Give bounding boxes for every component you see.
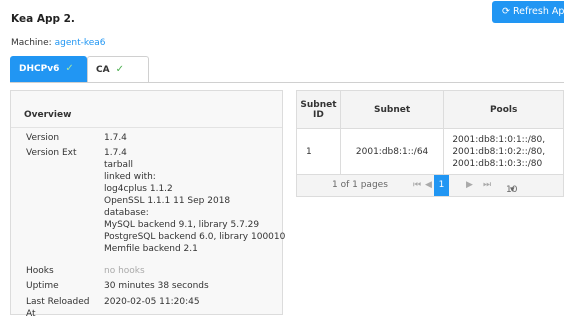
machine-link[interactable]: agent-kea6 <box>55 38 106 48</box>
pools-cell: 2001:db8:1:0:1::/80, 2001:db8:1:0:2::/80… <box>443 128 564 176</box>
next-page-icon[interactable]: ▶ <box>466 180 473 190</box>
uptime-value: 30 minutes 38 seconds <box>104 281 209 291</box>
column-header-subnet[interactable]: Subnet <box>339 90 445 129</box>
uptime-label: Uptime <box>26 281 59 291</box>
overview-title: Overview <box>24 110 72 120</box>
tab-dhcpv6-label: DHCPv6 <box>19 64 60 74</box>
subnet-cell: 2001:db8:1::/64 <box>339 128 445 176</box>
version-ext-line: Memfile backend 2.1 <box>104 244 198 254</box>
paginator: 1 of 1 pages ⏮ ◀ 1 ▶ ⏭ 10 ▾ <box>296 174 564 197</box>
overview-panel: Overview Version 1.7.4 Version Ext 1.7.4… <box>10 90 285 319</box>
hooks-label: Hooks <box>26 266 54 276</box>
table-header-row: Subnet ID Subnet Pools <box>296 90 564 129</box>
version-ext-line: OpenSSL 1.1.1 11 Sep 2018 <box>104 196 231 206</box>
version-ext-line: log4cplus 1.1.2 <box>104 184 173 194</box>
app-tabs: DHCPv6 ✓ CA ✓ <box>10 56 564 83</box>
column-header-subnet-id[interactable]: Subnet ID <box>296 90 341 129</box>
pool-item: 2001:db8:1:0:3::/80 <box>452 159 543 169</box>
machine-info: Machine: agent-kea6 <box>11 38 106 48</box>
version-ext-line: MySQL backend 9.1, library 5.7.29 <box>104 220 260 230</box>
refresh-app-button[interactable]: ⟳Refresh App <box>492 1 564 23</box>
version-ext-line: 1.7.4 <box>104 148 127 158</box>
table-row: 1 2001:db8:1::/64 2001:db8:1:0:1::/80, 2… <box>296 128 564 176</box>
pool-item: 2001:db8:1:0:2::/80, <box>452 147 546 157</box>
prev-page-icon[interactable]: ◀ <box>425 180 432 190</box>
page-info: 1 of 1 pages <box>332 180 388 190</box>
version-ext-line: database: <box>104 208 149 218</box>
refresh-app-label: Refresh App <box>513 6 564 17</box>
refresh-icon: ⟳ <box>502 6 510 17</box>
subnets-table: Subnet ID Subnet Pools 1 2001:db8:1::/64… <box>296 90 564 176</box>
version-ext-line: linked with: <box>104 172 156 182</box>
column-header-pools[interactable]: Pools <box>443 90 564 129</box>
hooks-value: no hooks <box>104 266 145 276</box>
version-ext-label: Version Ext <box>26 148 77 158</box>
tab-ca-label: CA <box>96 65 110 75</box>
page-number-button[interactable]: 1 <box>434 175 449 196</box>
last-page-icon[interactable]: ⏭ <box>483 180 491 190</box>
version-ext-line: PostgreSQL backend 6.0, library 100010 <box>104 232 286 242</box>
version-label: Version <box>26 133 60 143</box>
machine-label: Machine: <box>11 38 52 48</box>
version-value: 1.7.4 <box>104 133 127 143</box>
first-page-icon[interactable]: ⏮ <box>413 180 421 190</box>
check-icon: ✓ <box>65 63 74 74</box>
app-title: Kea App 2. <box>11 13 75 25</box>
last-reloaded-value: 2020-02-05 11:20:45 <box>104 297 200 307</box>
subnet-id-cell: 1 <box>296 128 341 176</box>
version-ext-line: tarball <box>104 160 133 170</box>
tab-dhcpv6[interactable]: DHCPv6 ✓ <box>10 56 87 82</box>
check-icon: ✓ <box>115 64 124 75</box>
pool-item: 2001:db8:1:0:1::/80, <box>452 135 546 145</box>
divider <box>11 127 282 128</box>
tab-ca[interactable]: CA ✓ <box>87 56 149 82</box>
chevron-down-icon: ▾ <box>510 185 515 195</box>
version-ext-value: 1.7.4 tarball linked with: log4cplus 1.1… <box>104 147 285 255</box>
last-reloaded-label: Last Reloaded At <box>26 297 90 319</box>
